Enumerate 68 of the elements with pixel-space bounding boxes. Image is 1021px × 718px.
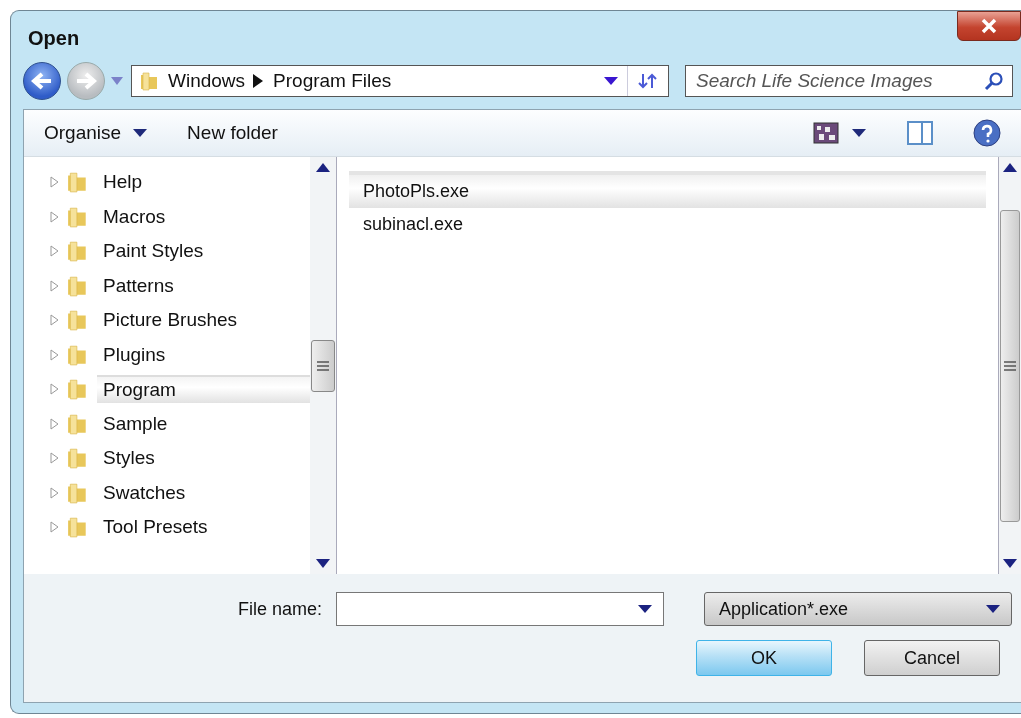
folder-icon xyxy=(67,515,89,540)
scroll-down-icon[interactable] xyxy=(1003,559,1017,568)
close-icon xyxy=(981,18,997,34)
tree-item[interactable]: Picture Brushes xyxy=(97,307,310,334)
scroll-thumb[interactable] xyxy=(311,339,335,392)
expand-arrow-icon[interactable] xyxy=(50,245,59,258)
expand-arrow-icon[interactable] xyxy=(50,210,59,223)
expand-arrow-icon[interactable] xyxy=(50,417,59,430)
scroll-down-icon[interactable] xyxy=(316,559,330,568)
expand-arrow-icon[interactable] xyxy=(50,383,59,396)
folder-icon xyxy=(67,377,89,402)
folder-icon xyxy=(67,239,89,264)
dropdown-caret-icon[interactable] xyxy=(603,76,619,86)
expand-arrow-icon[interactable] xyxy=(50,452,59,465)
close-button[interactable] xyxy=(957,11,1021,41)
scroll-up-icon[interactable] xyxy=(1003,163,1017,172)
refresh-arrows-icon[interactable] xyxy=(638,73,658,89)
tree-item[interactable]: Plugins xyxy=(97,341,310,368)
file-type-dropdown[interactable]: Application*.exe xyxy=(704,592,1013,626)
tree-scrollbar[interactable] xyxy=(310,157,336,574)
folder-icon xyxy=(67,170,89,195)
tree-item[interactable]: Program xyxy=(97,375,310,404)
right-arrow-icon xyxy=(75,71,97,91)
breadcrumb-item[interactable]: Windows xyxy=(168,70,246,92)
breadcrumb-arrow-icon[interactable] xyxy=(253,74,264,88)
organise-menu[interactable]: Organise xyxy=(44,122,148,144)
expand-arrow-icon[interactable] xyxy=(50,521,59,534)
tree-item[interactable]: Tool Presets xyxy=(97,514,310,541)
search-icon[interactable] xyxy=(984,71,1004,91)
history-caret-icon[interactable] xyxy=(111,77,123,85)
dropdown-caret-icon[interactable] xyxy=(637,604,654,614)
file-name-label: File name: xyxy=(238,598,323,620)
help-icon[interactable] xyxy=(973,119,1001,147)
tree-item[interactable]: Paint Styles xyxy=(97,238,310,265)
back-button[interactable] xyxy=(23,62,61,100)
file-name-field[interactable] xyxy=(336,592,665,626)
search-field[interactable]: Search Life Science Images xyxy=(685,65,1013,97)
folder-icon xyxy=(67,446,89,471)
tree-item[interactable]: Styles xyxy=(97,445,310,472)
dropdown-caret-icon[interactable] xyxy=(851,128,867,138)
new-folder-button[interactable]: New folder xyxy=(187,122,278,144)
expand-arrow-icon[interactable] xyxy=(50,486,59,499)
tree-item[interactable]: Swatches xyxy=(97,479,310,506)
expand-arrow-icon[interactable] xyxy=(50,279,59,292)
tree-item[interactable]: Macros xyxy=(97,203,310,230)
dropdown-caret-icon xyxy=(985,604,1002,614)
scroll-thumb[interactable] xyxy=(1000,209,1020,522)
breadcrumb-item[interactable]: Program Files xyxy=(273,70,392,92)
address-bar[interactable]: Windows Program Files xyxy=(131,65,669,97)
expand-arrow-icon[interactable] xyxy=(50,348,59,361)
folder-icon xyxy=(140,70,160,92)
left-arrow-icon xyxy=(31,71,53,91)
window-title: Open xyxy=(27,25,80,50)
expand-arrow-icon[interactable] xyxy=(50,314,59,327)
folder-icon xyxy=(67,308,89,333)
expand-arrow-icon[interactable] xyxy=(50,176,59,189)
tree-item[interactable]: Help xyxy=(97,169,310,196)
view-options-icon[interactable] xyxy=(813,122,839,144)
preview-pane-icon[interactable] xyxy=(907,121,933,145)
dialog-button[interactable]: Cancel xyxy=(864,640,1000,676)
dropdown-caret-icon xyxy=(133,129,148,137)
file-list-scrollbar[interactable] xyxy=(999,157,1021,574)
dialog-button[interactable]: OK xyxy=(696,640,832,676)
tree-item[interactable]: Patterns xyxy=(97,272,310,299)
file-item[interactable]: PhotoPls.exe xyxy=(349,171,986,208)
file-item[interactable]: subinacl.exe xyxy=(349,208,986,241)
scroll-up-icon[interactable] xyxy=(316,163,330,172)
tree-item[interactable]: Sample xyxy=(97,410,310,437)
